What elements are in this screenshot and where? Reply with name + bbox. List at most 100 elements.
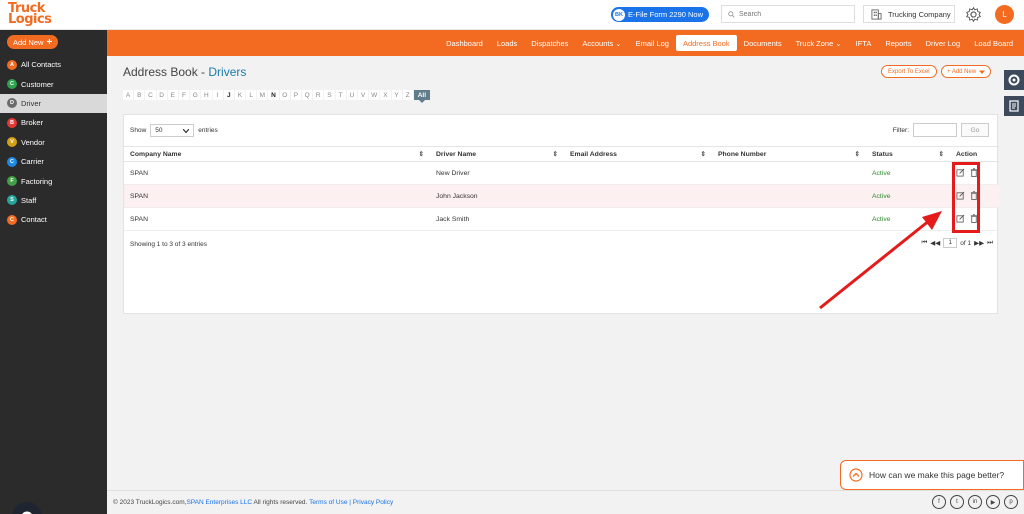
sidebar-item-staff[interactable]: S Staff <box>0 191 107 210</box>
efile-2290-button[interactable]: BK E-File Form 2290 Now <box>611 7 710 22</box>
feedback-widget[interactable]: How can we make this page better? <box>840 460 1024 490</box>
chevron-down-icon <box>183 128 190 133</box>
letter-filter-i[interactable]: I <box>212 90 223 100</box>
page-size-select[interactable]: 50 <box>150 124 195 137</box>
caret-down-icon <box>979 70 986 74</box>
gear-icon[interactable] <box>965 6 982 23</box>
go-button[interactable]: Go <box>961 123 989 137</box>
letter-filter-c[interactable]: C <box>145 90 156 100</box>
privacy-link[interactable]: Privacy Policy <box>353 499 393 506</box>
last-page-icon[interactable]: ⏭ <box>987 239 993 247</box>
sidebar-item-factoring[interactable]: F Factoring <box>0 171 107 190</box>
page-number-input[interactable]: 1 <box>943 238 958 248</box>
nav-item-email-log[interactable]: Email Log <box>629 35 676 51</box>
nav-item-documents[interactable]: Documents <box>737 35 789 51</box>
nav-item-accounts[interactable]: Accounts ⌄ <box>575 35 628 51</box>
sidebar-item-all-contacts[interactable]: A All Contacts <box>0 55 107 74</box>
letter-filter-h[interactable]: H <box>201 90 212 100</box>
table-row: SPAN New Driver Active <box>124 161 999 185</box>
sidebar-item-broker[interactable]: B Broker <box>0 113 107 132</box>
letter-filter-n[interactable]: N <box>268 90 279 100</box>
feedback-label: How can we make this page better? <box>869 470 1005 480</box>
sort-icon[interactable]: ⇕ <box>939 150 944 158</box>
company-switcher[interactable]: Trucking Company <box>863 5 955 23</box>
youtube-icon[interactable]: ▶ <box>986 495 1000 509</box>
column-header[interactable]: Phone Number ⇕ <box>712 146 866 162</box>
nav-item-truck-zone[interactable]: Truck Zone ⌄ <box>789 35 849 51</box>
facebook-icon[interactable]: f <box>932 495 946 509</box>
show-label: Show <box>130 127 147 134</box>
settings-float-button[interactable] <box>1004 70 1024 90</box>
letter-filter-d[interactable]: D <box>156 90 167 100</box>
letter-filter-p[interactable]: P <box>290 90 301 100</box>
letter-filter-b[interactable]: B <box>134 90 145 100</box>
letter-filter-l[interactable]: L <box>246 90 257 100</box>
notes-float-button[interactable] <box>1004 96 1024 116</box>
sort-icon[interactable]: ⇕ <box>855 150 860 158</box>
letter-filter-v[interactable]: V <box>357 90 369 100</box>
column-header-label: Company Name <box>130 150 182 158</box>
letter-filter-r[interactable]: R <box>313 90 324 100</box>
letter-filter-s[interactable]: S <box>324 90 335 100</box>
letter-filter-m[interactable]: M <box>257 90 268 100</box>
letter-filter-x[interactable]: X <box>380 90 391 100</box>
trucklogics-logo[interactable]: Truck Logics <box>8 2 64 27</box>
letter-filter-k[interactable]: K <box>234 90 246 100</box>
prev-page-icon[interactable]: ◀◀ <box>930 239 940 247</box>
column-header[interactable]: Driver Name ⇕ <box>430 146 564 162</box>
column-header[interactable]: Company Name ⇕ <box>124 146 430 162</box>
letter-filter-e[interactable]: E <box>167 90 178 100</box>
cell-phone <box>712 161 866 185</box>
cell-driver: Jack Smith <box>430 207 564 231</box>
letter-filter-a[interactable]: A <box>123 90 134 100</box>
search-input[interactable] <box>739 10 849 18</box>
sort-icon[interactable]: ⇕ <box>701 150 706 158</box>
nav-item-address-book[interactable]: Address Book <box>675 35 737 51</box>
nav-item-dashboard[interactable]: Dashboard <box>439 35 490 51</box>
sidebar-item-label: Vendor <box>21 137 45 147</box>
nav-item-loads[interactable]: Loads <box>490 35 524 51</box>
next-page-icon[interactable]: ▶▶ <box>974 239 984 247</box>
sidebar-item-driver[interactable]: D Driver <box>0 93 107 114</box>
drivers-table: Company Name ⇕ Driver Name ⇕ Email Address ⇕ P… <box>124 146 999 231</box>
sort-icon[interactable]: ⇕ <box>419 150 424 158</box>
sidebar-item-customer[interactable]: C Customer <box>0 74 107 93</box>
company-link[interactable]: SPAN Enterprises LLC <box>186 499 252 506</box>
letter-filter-y[interactable]: Y <box>391 90 402 100</box>
letter-filter-z[interactable]: Z <box>402 90 413 100</box>
terms-link[interactable]: Terms of Use <box>309 499 347 506</box>
sort-icon[interactable]: ⇕ <box>553 150 558 158</box>
letter-filter-j[interactable]: J <box>223 90 234 100</box>
add-new-button[interactable]: Add New + <box>7 35 59 49</box>
twitter-icon[interactable]: t <box>950 495 964 509</box>
column-header[interactable]: Status ⇕ <box>866 146 950 162</box>
letter-filter-w[interactable]: W <box>369 90 380 100</box>
search-box[interactable] <box>721 5 855 23</box>
letter-filter-u[interactable]: U <box>346 90 357 100</box>
nav-item-ifta[interactable]: IFTA <box>849 35 879 51</box>
sidebar-item-contact[interactable]: C Contact <box>0 210 107 229</box>
column-header[interactable]: Email Address ⇕ <box>564 146 712 162</box>
nav-item-driver-log[interactable]: Driver Log <box>919 35 968 51</box>
letter-filter-all[interactable]: All <box>413 90 430 103</box>
filter-input[interactable] <box>913 123 957 137</box>
letter-filter-t[interactable]: T <box>335 90 346 100</box>
first-page-icon[interactable]: ⏮ <box>921 239 927 247</box>
pinterest-icon[interactable]: p <box>1004 495 1018 509</box>
letter-filter-g[interactable]: G <box>190 90 201 100</box>
letter-filter-o[interactable]: O <box>279 90 290 100</box>
export-to-excel-button[interactable]: Export To Excel <box>881 65 937 78</box>
user-avatar[interactable]: L <box>995 5 1014 24</box>
table-row: SPAN John Jackson Active <box>124 184 999 208</box>
sidebar-item-vendor[interactable]: V Vendor <box>0 133 107 152</box>
linkedin-icon[interactable]: in <box>968 495 982 509</box>
letter-filter-q[interactable]: Q <box>302 90 313 100</box>
letter-filter-f[interactable]: F <box>178 90 190 100</box>
chat-button[interactable] <box>12 502 42 514</box>
nav-item-load-board[interactable]: Load Board <box>967 35 1020 51</box>
add-new-driver-label: + Add New <box>947 68 977 75</box>
sidebar-item-carrier[interactable]: C Carrier <box>0 152 107 171</box>
nav-item-reports[interactable]: Reports <box>878 35 918 51</box>
add-new-driver-button[interactable]: + Add New <box>941 65 992 78</box>
nav-item-dispatches[interactable]: Dispatches <box>524 35 575 51</box>
